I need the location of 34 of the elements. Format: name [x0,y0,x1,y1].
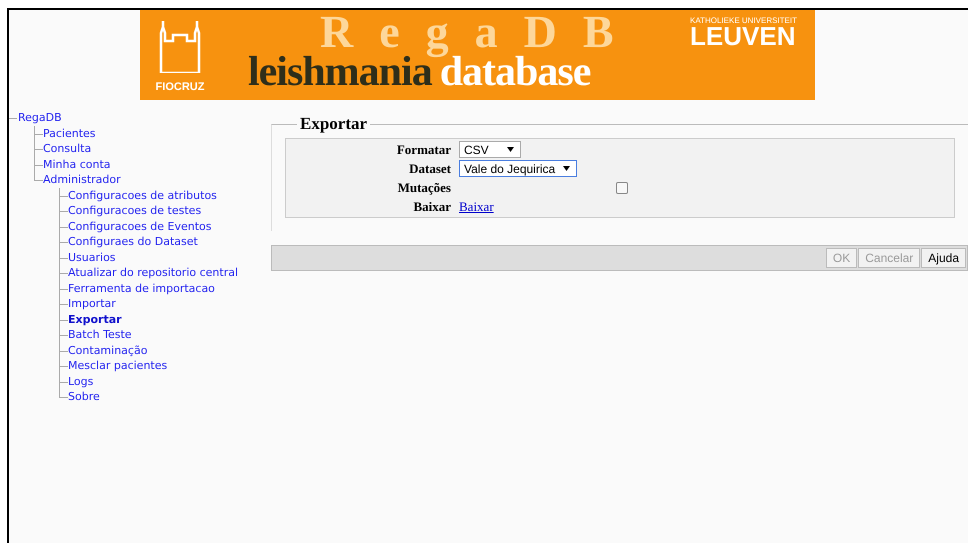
tree-item[interactable]: Logs [68,374,94,388]
field-label: Formatar [396,141,452,158]
tree-item[interactable]: Consulta [43,142,92,155]
download-link[interactable]: Baixar [459,198,494,214]
tree-item[interactable]: Ferramenta de importacao [68,282,215,294]
form-title: Exportar [299,114,368,134]
tree-item[interactable]: Configuracoes de atributos [68,188,217,202]
tree-item[interactable]: Usuarios [68,250,116,264]
tree-item[interactable]: Pacientes [43,126,96,140]
checkbox[interactable] [616,182,628,194]
tree-item[interactable]: Atualizar do repositorio central [68,266,238,279]
tree-item[interactable]: Contaminação [68,344,148,356]
tree-item[interactable]: Configuraes do Dataset [68,235,198,248]
logo-subtitle: KATHOLIEKE UNIVERSITEIT [690,16,797,25]
caret-icon [563,166,570,171]
tree-item[interactable]: Configuracoes de Eventos [68,220,212,232]
tree-item[interactable]: Exportar [68,312,122,326]
dropdown[interactable]: Vale do Jequirica [459,160,578,177]
field-label: Mutações [396,179,452,196]
tree-item[interactable]: Minha conta [43,158,111,170]
tree-item[interactable]: Sobre [68,390,100,403]
field-label: Dataset [408,160,452,177]
dropdown[interactable]: CSV [459,141,521,158]
tree-item[interactable]: Importar [68,297,116,310]
field-label: Baixar [412,198,452,215]
tree-item[interactable]: Administrador [43,173,121,186]
dialog-button[interactable]: Ajuda [921,248,966,268]
tree-item[interactable]: Mesclar pacientes [68,359,168,372]
logo-text: FIOCRUZ [156,81,204,93]
tree-item[interactable]: Batch Teste [68,328,132,341]
logo-text: LEUVEN [690,25,796,47]
caret-icon [507,147,514,152]
tree-item[interactable]: RegaDB [18,111,62,124]
tree-item[interactable]: Configuracoes de testes [68,204,202,217]
